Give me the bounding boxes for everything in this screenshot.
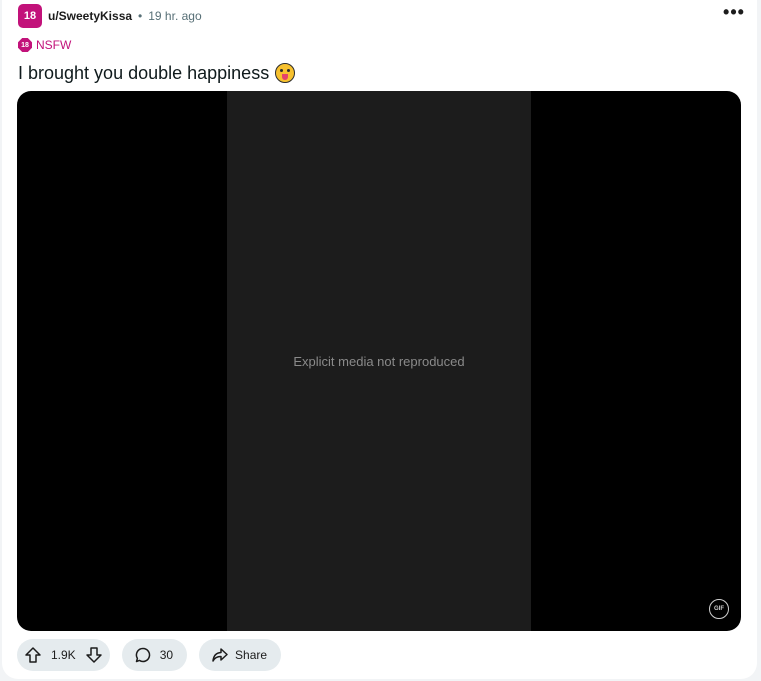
post-media[interactable]: Explicit media not reproduced GIF — [17, 91, 741, 631]
upvote-arrow-icon — [25, 647, 41, 663]
tongue-out-winking-face-icon — [275, 63, 296, 83]
post-title-text: I brought you double happiness — [18, 62, 270, 83]
author-avatar[interactable]: 18 — [18, 4, 42, 28]
nsfw-badge-icon: 18 — [18, 38, 32, 52]
vote-count: 1.9K — [51, 648, 76, 662]
comments-button[interactable]: 30 — [121, 639, 188, 671]
nsfw-label: NSFW — [36, 38, 72, 52]
downvote-button[interactable] — [82, 643, 106, 667]
share-arrow-icon — [212, 648, 228, 662]
action-bar: 1.9K 30 Share — [17, 639, 282, 671]
overflow-menu-button[interactable]: ••• — [721, 3, 747, 28]
gif-badge: GIF — [709, 599, 729, 619]
author-link[interactable]: u/SweetyKissa — [48, 9, 132, 23]
post-meta: 18 u/SweetyKissa • 19 hr. ago — [18, 4, 202, 28]
meta-separator: • — [138, 9, 143, 23]
upvote-button[interactable] — [21, 643, 45, 667]
downvote-arrow-icon — [85, 647, 102, 663]
nsfw-tag: 18 NSFW — [18, 38, 71, 52]
comment-bubble-icon — [135, 647, 150, 663]
post-title[interactable]: I brought you double happiness — [18, 60, 296, 86]
comment-count: 30 — [159, 648, 174, 662]
share-label: Share — [235, 648, 268, 662]
post-timestamp: 19 hr. ago — [148, 9, 202, 23]
media-placeholder: Explicit media not reproduced — [227, 91, 531, 631]
post-card: 18 u/SweetyKissa • 19 hr. ago ••• 18 NSF… — [2, 0, 757, 679]
media-placeholder-note: Explicit media not reproduced — [293, 353, 465, 369]
share-button[interactable]: Share — [199, 639, 282, 671]
vote-control: 1.9K — [17, 639, 110, 671]
